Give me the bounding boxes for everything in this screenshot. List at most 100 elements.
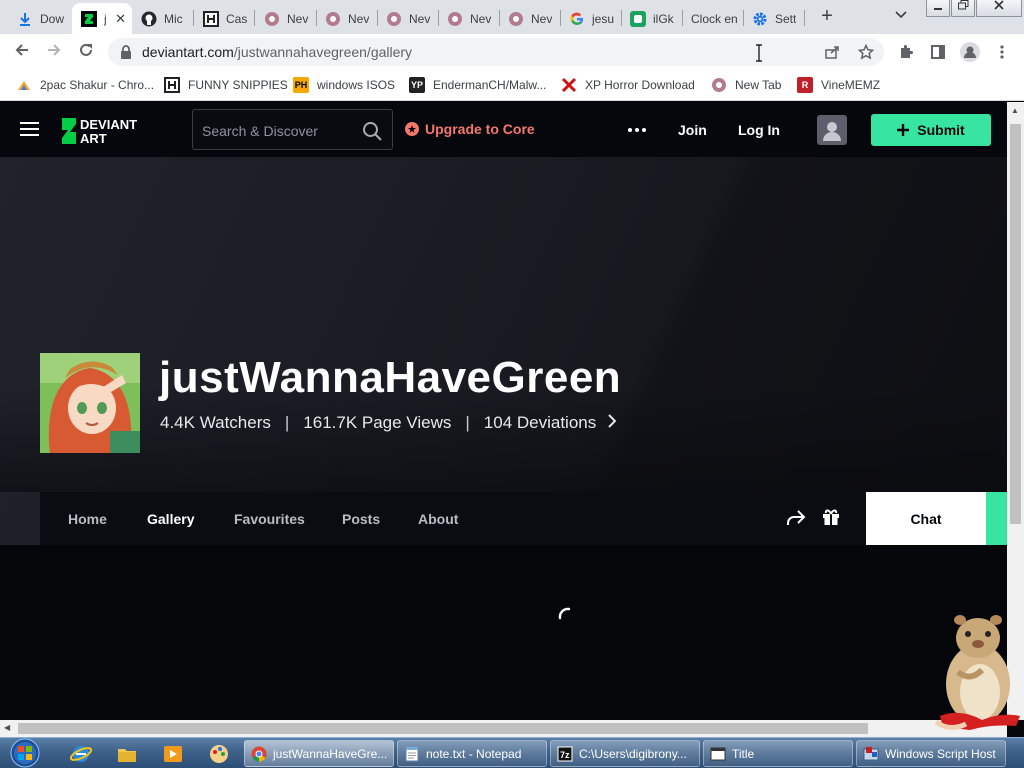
gift-icon[interactable] [822, 508, 840, 531]
horizontal-scroll-thumb[interactable] [18, 723, 868, 734]
tab-close-icon[interactable]: ✕ [115, 11, 126, 27]
hamster-icon [508, 11, 524, 27]
tab-search-chevron-icon[interactable] [895, 8, 907, 22]
tab-label: Nev [531, 11, 553, 26]
yp-icon: YP [409, 77, 425, 93]
bookmark-favicon-icon [16, 77, 32, 93]
tab-settings[interactable]: Sett [743, 3, 803, 34]
lock-icon[interactable] [120, 45, 132, 64]
url-text[interactable]: deviantart.com/justwannahavegreen/galler… [142, 44, 412, 60]
bookmark-new-tab[interactable]: New Tab [711, 76, 781, 94]
tab-github[interactable]: Mic [132, 3, 192, 34]
vertical-scroll-thumb[interactable] [1010, 124, 1021, 524]
tab-new-2[interactable]: Nev [316, 3, 376, 34]
paint-icon[interactable] [208, 743, 230, 765]
profile-avatar[interactable] [40, 353, 140, 453]
tab-new-3[interactable]: Nev [377, 3, 437, 34]
new-tab-button[interactable]: + [816, 6, 838, 28]
tab-home[interactable]: Home [68, 511, 107, 527]
search-icon[interactable] [362, 121, 382, 146]
media-player-icon[interactable] [162, 743, 184, 765]
tab-about[interactable]: About [418, 511, 458, 527]
url-path: /justwannahavegreen/gallery [233, 44, 413, 60]
bookmark-2pac[interactable]: 2pac Shakur - Chro... [16, 76, 154, 94]
scroll-up-icon[interactable]: ▲ [1011, 106, 1019, 115]
tab-label: Nev [348, 11, 370, 26]
tab-label: Dow [40, 11, 65, 26]
more-options-icon[interactable] [628, 128, 649, 132]
taskbar-script-host[interactable]: Windows Script Host [856, 740, 1006, 767]
login-link[interactable]: Log In [738, 122, 780, 138]
internet-explorer-icon[interactable] [69, 743, 93, 765]
browser-tab-strip: Dow j ✕ Mic Cas Nev Nev Nev Nev Nev jesu… [0, 0, 1024, 34]
tab-gallery[interactable]: Gallery [147, 511, 194, 527]
bookmark-xp-horror[interactable]: XP Horror Download [561, 76, 695, 94]
bookmark-vinememz[interactable]: R VineMEMZ [797, 76, 880, 94]
bookmark-endermanch[interactable]: YP EndermanCH/Malw... [409, 76, 546, 94]
hamburger-menu-icon[interactable] [20, 122, 39, 136]
back-arrow-icon[interactable] [12, 42, 32, 62]
site-header: DEVIANT ART Search & Discover Upgrade to… [0, 102, 1007, 157]
chevron-right-icon[interactable] [608, 412, 617, 433]
taskbar-chrome[interactable]: justWannaHaveGre... [244, 740, 394, 767]
hamster-icon [711, 77, 727, 93]
share-icon[interactable] [824, 44, 840, 65]
reload-icon[interactable] [76, 42, 96, 62]
start-button-icon[interactable] [6, 738, 44, 768]
share-arrow-icon[interactable] [786, 509, 806, 532]
task-label: justWannaHaveGre... [273, 746, 388, 761]
profile-avatar-icon[interactable] [960, 42, 980, 62]
tab-downloads[interactable]: Dow [8, 3, 70, 34]
tab-google[interactable]: jesu [560, 3, 620, 34]
upgrade-to-core-link[interactable]: Upgrade to Core [405, 121, 535, 137]
forward-arrow-icon[interactable] [44, 42, 64, 62]
star-bookmark-icon[interactable] [857, 43, 875, 65]
search-input[interactable]: Search & Discover [192, 109, 393, 150]
tab-new-5[interactable]: Nev [499, 3, 559, 34]
taskbar-notepad[interactable]: note.txt - Notepad [397, 740, 547, 767]
side-panel-icon[interactable] [928, 42, 948, 62]
core-badge-icon [405, 122, 419, 136]
deviantart-logo[interactable]: DEVIANT ART [60, 116, 164, 146]
windows-taskbar: justWannaHaveGre... note.txt - Notepad 7… [0, 737, 1024, 768]
stats-separator: | [284, 412, 290, 432]
minimize-icon[interactable] [926, 0, 950, 17]
taskbar-7zip[interactable]: 7z C:\Users\digibrony... [550, 740, 700, 767]
kebab-menu-icon[interactable] [992, 42, 1012, 62]
gallery-content-area [0, 545, 1007, 720]
tab-label: Sett [775, 11, 797, 26]
file-explorer-icon[interactable] [116, 743, 138, 765]
taskbar-title[interactable]: Title [703, 740, 853, 767]
bookmark-windows-isos[interactable]: PH windows ISOS [293, 76, 395, 94]
horizontal-scrollbar[interactable]: ◀ [0, 720, 1007, 737]
tab-deviantart[interactable]: j ✕ [72, 3, 132, 34]
submit-button[interactable]: Submit [871, 114, 991, 146]
close-icon[interactable] [976, 0, 1022, 17]
hamster-icon [386, 11, 402, 27]
tab-favourites[interactable]: Favourites [234, 511, 305, 527]
tab-new-4[interactable]: Nev [438, 3, 498, 34]
tab-ilgk[interactable]: ilGk [621, 3, 681, 34]
extensions-puzzle-icon[interactable] [896, 42, 916, 62]
watchers-count[interactable]: 4.4K Watchers [160, 413, 271, 433]
tab-separator [804, 10, 805, 26]
restore-icon[interactable] [951, 0, 975, 17]
scroll-left-icon[interactable]: ◀ [4, 723, 10, 732]
chat-accent-bar [986, 492, 1007, 545]
hamster-desktop-pet[interactable] [930, 612, 1024, 738]
tab-new-1[interactable]: Nev [255, 3, 315, 34]
user-avatar-icon[interactable] [817, 115, 847, 145]
hamster-icon [325, 11, 341, 27]
bookmark-funny-snippies[interactable]: FUNNY SNIPPIES [164, 76, 288, 94]
tab-posts[interactable]: Posts [342, 511, 380, 527]
stats-separator: | [465, 412, 470, 432]
chat-button[interactable]: Chat [866, 492, 986, 545]
join-link[interactable]: Join [678, 122, 707, 138]
address-bar[interactable]: deviantart.com/justwannahavegreen/galler… [108, 38, 884, 66]
tab-label: Cas [226, 11, 248, 26]
tab-clock[interactable]: Clock en [682, 3, 742, 34]
profile-stats[interactable]: 4.4K Watchers | 161.7K Page Views | 104 … [160, 412, 617, 433]
tab-cas[interactable]: Cas [194, 3, 252, 34]
deviations-count[interactable]: 104 Deviations [484, 413, 596, 433]
deviantart-icon [81, 10, 97, 27]
